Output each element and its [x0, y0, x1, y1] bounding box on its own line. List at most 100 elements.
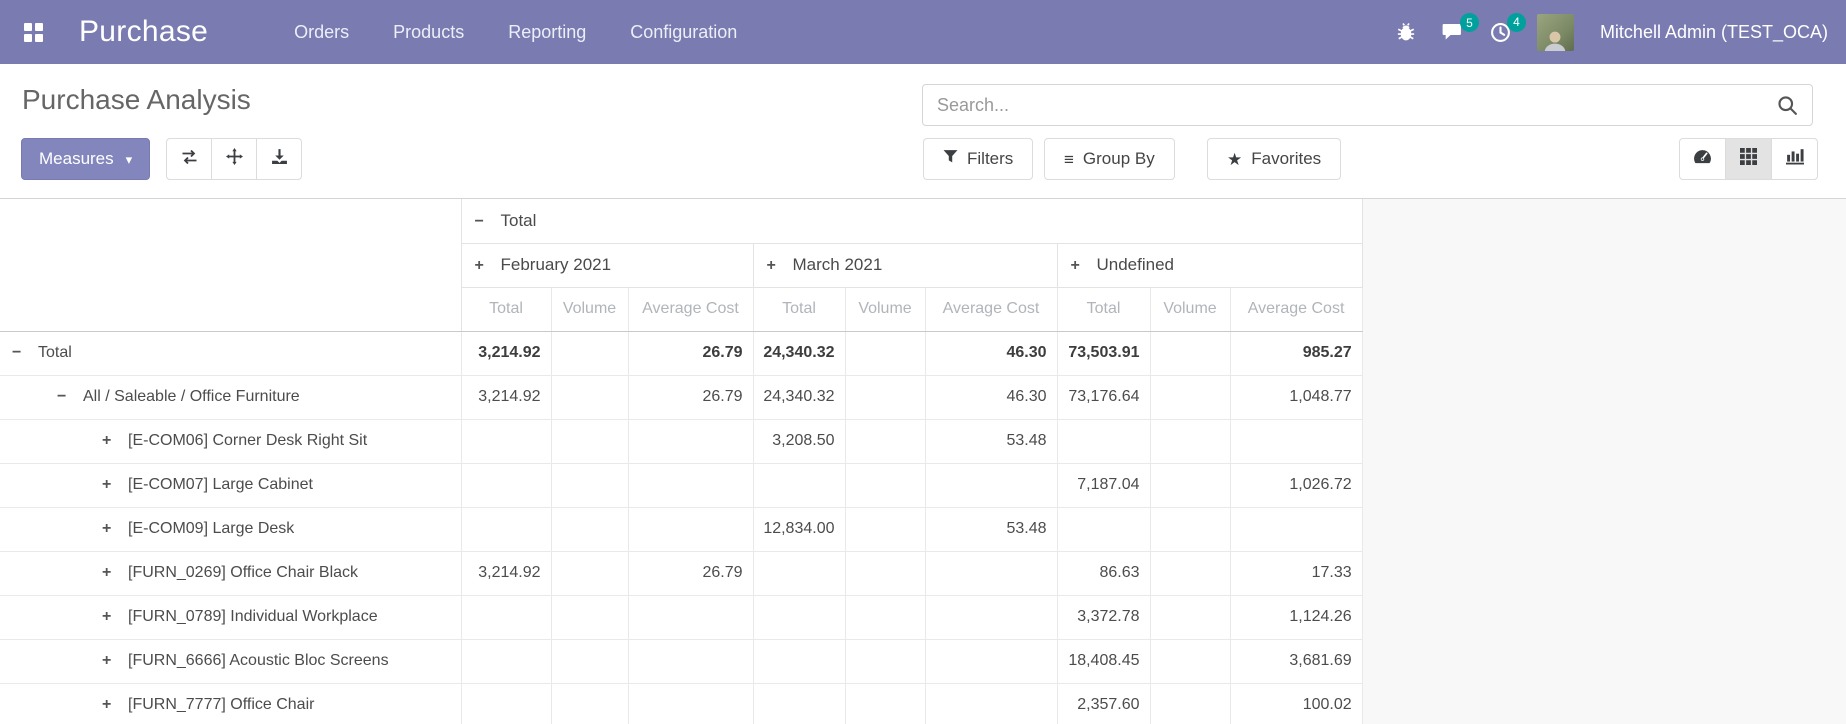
- pivot-value-cell: 7,187.04: [1057, 463, 1150, 507]
- pivot-colgroup-march-2021[interactable]: +March 2021: [753, 243, 1057, 287]
- nav-item-configuration[interactable]: Configuration: [630, 22, 737, 43]
- pivot-value-cell: [551, 463, 628, 507]
- pivot-value-cell: 12,834.00: [753, 507, 845, 551]
- search-icon[interactable]: [1777, 95, 1798, 116]
- plus-icon: +: [102, 432, 119, 450]
- pivot-row-label: All / Saleable / Office Furniture: [83, 388, 300, 405]
- pivot-column-total-label: Total: [501, 211, 537, 230]
- pivot-value-cell: [845, 507, 925, 551]
- navbar-systray: 5 4 Mitchell Admin (TEST_OCA): [1396, 14, 1828, 51]
- measure-header-total[interactable]: Total: [1057, 287, 1150, 331]
- plus-icon: +: [1071, 257, 1088, 275]
- download-button[interactable]: [256, 138, 302, 180]
- pivot-value-cell: [1150, 463, 1230, 507]
- group-by-button[interactable]: ≡ Group By: [1044, 138, 1175, 180]
- pivot-value-cell: 26.79: [628, 375, 753, 419]
- pivot-value-cell: [461, 463, 551, 507]
- chevron-down-icon: ▾: [126, 153, 133, 166]
- filters-button[interactable]: Filters: [923, 138, 1033, 180]
- pivot-value-cell: 46.30: [925, 375, 1057, 419]
- group-by-button-label: Group By: [1083, 149, 1155, 169]
- pivot-value-cell: 18,408.45: [1057, 639, 1150, 683]
- dashboard-view-button[interactable]: [1679, 138, 1726, 180]
- pivot-value-cell: [753, 463, 845, 507]
- pivot-row-header[interactable]: −Total: [0, 331, 461, 375]
- measure-header-average-cost[interactable]: Average Cost: [628, 287, 753, 331]
- pivot-value-cell: [753, 683, 845, 724]
- pivot-value-cell: [551, 551, 628, 595]
- pivot-value-cell: [628, 639, 753, 683]
- pivot-value-cell: 53.48: [925, 419, 1057, 463]
- main-menu: Orders Products Reporting Configuration: [294, 22, 737, 43]
- pivot-value-cell: 26.79: [628, 551, 753, 595]
- measure-header-total[interactable]: Total: [461, 287, 551, 331]
- pivot-row-header[interactable]: + [E-COM06] Corner Desk Right Sit: [0, 419, 461, 463]
- minus-icon: −: [475, 213, 492, 231]
- measures-button-label: Measures: [39, 149, 114, 169]
- pivot-value-cell: [845, 551, 925, 595]
- nav-item-orders[interactable]: Orders: [294, 22, 349, 43]
- pivot-column-total-header[interactable]: −Total: [461, 199, 1362, 243]
- table-row: +[FURN_0789] Individual Workplace3,372.7…: [0, 595, 1362, 639]
- pivot-row-label: [FURN_7777] Office Chair: [128, 696, 314, 713]
- pivot-row-header[interactable]: +[FURN_0269] Office Chair Black: [0, 551, 461, 595]
- pivot-value-cell: [628, 595, 753, 639]
- user-avatar[interactable]: [1537, 14, 1574, 51]
- plus-icon: +: [102, 696, 119, 714]
- pivot-value-cell: [845, 595, 925, 639]
- pivot-row-label: [E-COM06] Corner Desk Right Sit: [128, 432, 367, 449]
- pivot-row-header[interactable]: −All / Saleable / Office Furniture: [0, 375, 461, 419]
- pivot-colgroup-undefined[interactable]: +Undefined: [1057, 243, 1362, 287]
- pivot-colgroup-february-2021[interactable]: +February 2021: [461, 243, 753, 287]
- measure-header-total[interactable]: Total: [753, 287, 845, 331]
- measure-header-average-cost[interactable]: Average Cost: [925, 287, 1057, 331]
- pivot-value-cell: 3,208.50: [753, 419, 845, 463]
- expand-all-button[interactable]: [211, 138, 257, 180]
- pivot-value-cell: [1150, 551, 1230, 595]
- pivot-value-cell: [628, 463, 753, 507]
- favorites-button[interactable]: ★ Favorites: [1207, 138, 1341, 180]
- pivot-value-cell: [551, 507, 628, 551]
- plus-icon: +: [102, 652, 119, 670]
- measure-header-volume[interactable]: Volume: [845, 287, 925, 331]
- table-row: + [E-COM06] Corner Desk Right Sit 3,208.50…: [0, 419, 1362, 463]
- measure-header-volume[interactable]: Volume: [1150, 287, 1230, 331]
- pivot-value-cell: 3,214.92: [461, 551, 551, 595]
- pivot-view-button[interactable]: [1725, 138, 1772, 180]
- pivot-row-header[interactable]: +[E-COM07] Large Cabinet: [0, 463, 461, 507]
- pivot-value-cell: [845, 463, 925, 507]
- apps-menu-button[interactable]: [18, 17, 49, 48]
- pivot-value-cell: 17.33: [1230, 551, 1362, 595]
- bars-icon: ≡: [1064, 151, 1074, 168]
- graph-view-button[interactable]: [1771, 138, 1818, 180]
- plus-icon: +: [475, 257, 492, 275]
- activities-menu-button[interactable]: 4: [1490, 22, 1511, 43]
- plus-icon: +: [102, 564, 119, 582]
- messages-menu-button[interactable]: 5: [1442, 22, 1464, 42]
- pivot-value-cell: [925, 683, 1057, 724]
- pivot-value-cell: [551, 419, 628, 463]
- pivot-row-header[interactable]: + [FURN_6666] Acoustic Bloc Screens: [0, 639, 461, 683]
- pivot-value-cell: [925, 463, 1057, 507]
- pivot-row-label: [FURN_6666] Acoustic Bloc Screens: [128, 652, 389, 669]
- pivot-toolbar: [166, 138, 302, 180]
- app-brand[interactable]: Purchase: [79, 15, 208, 49]
- measures-button[interactable]: Measures ▾: [21, 138, 150, 180]
- plus-icon: +: [102, 520, 119, 538]
- nav-item-reporting[interactable]: Reporting: [508, 22, 586, 43]
- pivot-row-header[interactable]: + [FURN_7777] Office Chair: [0, 683, 461, 724]
- pivot-row-header[interactable]: +[E-COM09] Large Desk: [0, 507, 461, 551]
- pivot-row-header[interactable]: +[FURN_0789] Individual Workplace: [0, 595, 461, 639]
- measure-header-volume[interactable]: Volume: [551, 287, 628, 331]
- user-menu[interactable]: Mitchell Admin (TEST_OCA): [1600, 22, 1828, 43]
- measure-header-average-cost[interactable]: Average Cost: [1230, 287, 1362, 331]
- pivot-value-cell: 24,340.32: [753, 331, 845, 375]
- debug-menu-button[interactable]: [1396, 22, 1416, 42]
- flip-axis-button[interactable]: [166, 138, 212, 180]
- search-input[interactable]: [937, 95, 1777, 116]
- nav-item-products[interactable]: Products: [393, 22, 464, 43]
- pivot-value-cell: [461, 507, 551, 551]
- pivot-value-cell: [753, 595, 845, 639]
- pivot-value-cell: 3,214.92: [461, 375, 551, 419]
- pivot-value-cell: [925, 639, 1057, 683]
